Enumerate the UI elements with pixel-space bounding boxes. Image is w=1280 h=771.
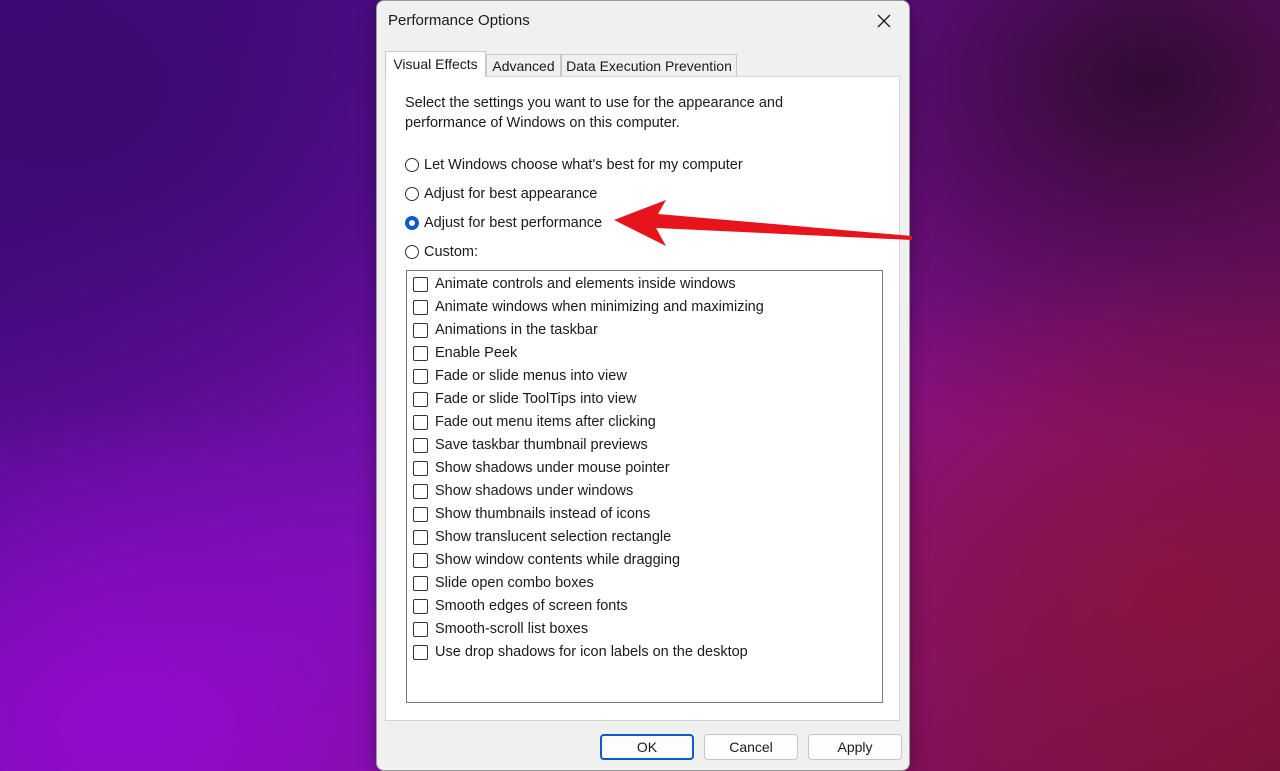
radio-button[interactable] xyxy=(405,245,419,259)
effect-label: Enable Peek xyxy=(435,345,518,361)
cancel-button[interactable]: Cancel xyxy=(704,734,798,760)
effect-item[interactable]: Smooth-scroll list boxes xyxy=(413,619,588,639)
checkbox[interactable] xyxy=(413,460,428,476)
effect-label: Show thumbnails instead of icons xyxy=(435,506,651,522)
performance-options-dialog: Performance Options Visual Effects Advan… xyxy=(376,0,910,771)
checkbox[interactable] xyxy=(413,437,428,453)
effect-item[interactable]: Animate windows when minimizing and maxi… xyxy=(413,297,764,317)
effect-item[interactable]: Show translucent selection rectangle xyxy=(413,527,671,547)
checkbox[interactable] xyxy=(413,621,428,637)
radio-let-windows-choose[interactable]: Let Windows choose what's best for my co… xyxy=(405,155,743,175)
effect-label: Animate controls and elements inside win… xyxy=(435,276,736,292)
checkbox[interactable] xyxy=(413,322,428,338)
checkbox[interactable] xyxy=(413,598,428,614)
checkbox[interactable] xyxy=(413,552,428,568)
effect-item[interactable]: Animate controls and elements inside win… xyxy=(413,274,736,294)
effect-item[interactable]: Save taskbar thumbnail previews xyxy=(413,435,648,455)
dialog-title: Performance Options xyxy=(388,12,530,29)
checkbox[interactable] xyxy=(413,391,428,407)
checkbox[interactable] xyxy=(413,506,428,522)
radio-label: Adjust for best performance xyxy=(424,215,603,231)
radio-button[interactable] xyxy=(405,187,419,201)
effect-item[interactable]: Enable Peek xyxy=(413,343,517,363)
effect-label: Smooth-scroll list boxes xyxy=(435,621,589,637)
checkbox[interactable] xyxy=(413,644,428,660)
checkbox[interactable] xyxy=(413,276,428,292)
radio-best-appearance[interactable]: Adjust for best appearance xyxy=(405,184,597,204)
checkbox[interactable] xyxy=(413,345,428,361)
close-icon xyxy=(877,14,891,28)
annotation-arrow-icon xyxy=(614,200,912,246)
radio-label: Custom: xyxy=(424,244,478,260)
effect-label: Save taskbar thumbnail previews xyxy=(435,437,648,453)
effect-label: Smooth edges of screen fonts xyxy=(435,598,628,614)
effect-label: Fade or slide menus into view xyxy=(435,368,627,384)
visual-effects-panel: Select the settings you want to use for … xyxy=(385,76,900,721)
radio-button[interactable] xyxy=(405,158,419,172)
intro-text: Select the settings you want to use for … xyxy=(405,95,784,131)
effect-label: Show shadows under mouse pointer xyxy=(435,460,670,476)
effect-item[interactable]: Use drop shadows for icon labels on the … xyxy=(413,642,748,662)
checkbox[interactable] xyxy=(413,483,428,499)
effect-label: Fade out menu items after clicking xyxy=(435,414,656,430)
checkbox[interactable] xyxy=(413,299,428,315)
effect-item[interactable]: Slide open combo boxes xyxy=(413,573,594,593)
effect-label: Show shadows under windows xyxy=(435,483,634,499)
effect-item[interactable]: Fade or slide ToolTips into view xyxy=(413,389,637,409)
effect-item[interactable]: Show thumbnails instead of icons xyxy=(413,504,650,524)
effect-item[interactable]: Fade out menu items after clicking xyxy=(413,412,656,432)
effect-label: Show translucent selection rectangle xyxy=(435,529,672,545)
radio-custom[interactable]: Custom: xyxy=(405,242,478,262)
visual-effects-list[interactable]: Animate controls and elements inside win… xyxy=(406,270,883,703)
title-bar: Performance Options xyxy=(377,1,909,41)
close-button[interactable] xyxy=(865,5,903,37)
effect-label: Use drop shadows for icon labels on the … xyxy=(435,644,748,660)
ok-button[interactable]: OK xyxy=(600,734,694,760)
checkbox[interactable] xyxy=(413,575,428,591)
tab-visual-effects[interactable]: Visual Effects xyxy=(385,51,486,77)
checkbox[interactable] xyxy=(413,414,428,430)
effect-item[interactable]: Show shadows under windows xyxy=(413,481,633,501)
effect-item[interactable]: Show shadows under mouse pointer xyxy=(413,458,670,478)
checkbox[interactable] xyxy=(413,368,428,384)
effect-item[interactable]: Fade or slide menus into view xyxy=(413,366,627,386)
effect-item[interactable]: Show window contents while dragging xyxy=(413,550,680,570)
radio-label: Adjust for best appearance xyxy=(424,186,598,202)
radio-label: Let Windows choose what's best for my co… xyxy=(424,157,743,173)
tab-advanced[interactable]: Advanced xyxy=(486,54,561,76)
tab-data-execution-prevention[interactable]: Data Execution Prevention xyxy=(561,54,737,76)
effect-item[interactable]: Smooth edges of screen fonts xyxy=(413,596,628,616)
effect-item[interactable]: Animations in the taskbar xyxy=(413,320,598,340)
apply-button[interactable]: Apply xyxy=(808,734,902,760)
effect-label: Slide open combo boxes xyxy=(435,575,594,591)
effect-label: Animate windows when minimizing and maxi… xyxy=(435,299,764,315)
checkbox[interactable] xyxy=(413,529,428,545)
effect-label: Fade or slide ToolTips into view xyxy=(435,391,637,407)
effect-label: Show window contents while dragging xyxy=(435,552,681,568)
effect-label: Animations in the taskbar xyxy=(435,322,598,338)
radio-button-selected[interactable] xyxy=(405,216,419,230)
radio-best-performance[interactable]: Adjust for best performance xyxy=(405,213,602,233)
